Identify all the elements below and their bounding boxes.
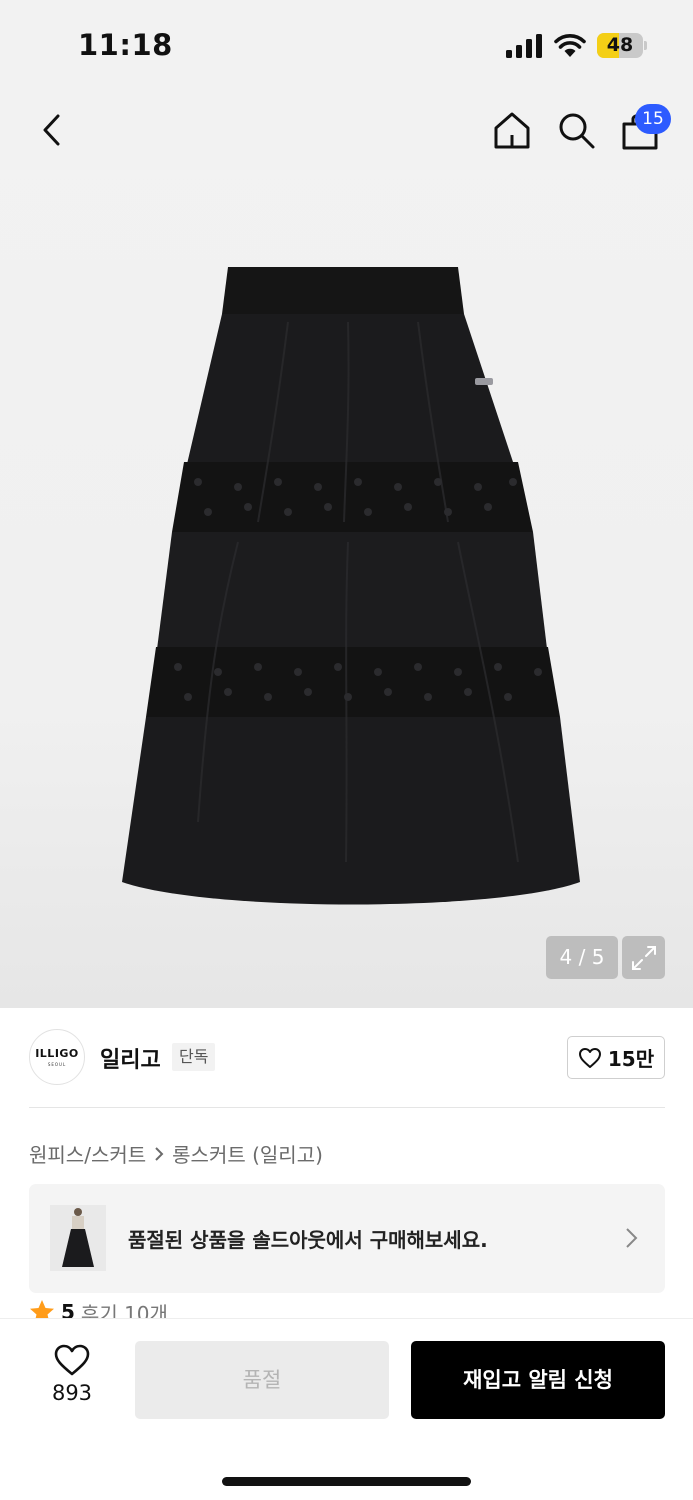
cellular-signal-icon bbox=[506, 34, 542, 58]
chevron-right-icon bbox=[155, 1146, 164, 1161]
brand-name[interactable]: 일리고 bbox=[100, 1042, 161, 1074]
battery-body: 48 bbox=[597, 33, 643, 58]
chevron-left-icon bbox=[43, 114, 60, 146]
like-count: 893 bbox=[51, 1381, 93, 1405]
exclusive-badge: 단독 bbox=[172, 1043, 216, 1071]
brand-logo[interactable]: ILLIGO SEOUL bbox=[29, 1029, 85, 1085]
breadcrumb-subcategory[interactable]: 롱스커트 (일리고) bbox=[172, 1139, 323, 1168]
back-button[interactable] bbox=[30, 108, 74, 152]
home-button[interactable] bbox=[490, 108, 534, 152]
soldout-banner[interactable]: 품절된 상품을 솔드아웃에서 구매해보세요. bbox=[29, 1184, 665, 1293]
expand-image-button[interactable] bbox=[622, 936, 665, 979]
product-image-gallery[interactable]: 15 4 / 5 bbox=[0, 0, 693, 1008]
like-button[interactable]: 893 bbox=[40, 1343, 104, 1413]
cart-count-badge: 15 bbox=[635, 104, 671, 134]
search-icon bbox=[559, 113, 595, 149]
home-indicator bbox=[222, 1477, 471, 1486]
breadcrumb-category[interactable]: 원피스/스커트 bbox=[29, 1139, 146, 1168]
wifi-icon bbox=[554, 34, 586, 57]
battery-indicator: 48 bbox=[597, 33, 647, 58]
product-image[interactable] bbox=[118, 262, 584, 912]
home-icon bbox=[494, 112, 530, 149]
soldout-button[interactable]: 품절 bbox=[135, 1341, 389, 1419]
heart-icon bbox=[578, 1047, 601, 1068]
chevron-right-icon bbox=[626, 1228, 638, 1248]
brand-logo-text: ILLIGO bbox=[35, 1047, 79, 1060]
heart-icon bbox=[54, 1344, 90, 1376]
divider bbox=[29, 1107, 665, 1108]
search-button[interactable] bbox=[554, 108, 598, 152]
bottom-action-bar: 893 품절 재입고 알림 신청 bbox=[0, 1318, 693, 1500]
banner-thumbnail bbox=[50, 1205, 106, 1271]
brand-logo-subtext: SEOUL bbox=[47, 1062, 67, 1067]
expand-icon bbox=[631, 945, 656, 970]
battery-cap bbox=[644, 41, 647, 50]
image-counter: 4 / 5 bbox=[546, 936, 618, 979]
brand-like-count: 15만 bbox=[607, 1047, 655, 1071]
breadcrumb: 원피스/스커트 롱스커트 (일리고) bbox=[29, 1139, 323, 1168]
status-bar: 11:18 48 bbox=[0, 0, 693, 92]
banner-text: 품절된 상품을 솔드아웃에서 구매해보세요. bbox=[128, 1228, 488, 1252]
brand-like-button[interactable]: 15만 bbox=[567, 1036, 665, 1079]
status-time: 11:18 bbox=[78, 28, 173, 62]
restock-notify-button[interactable]: 재입고 알림 신청 bbox=[411, 1341, 665, 1419]
battery-level: 48 bbox=[606, 34, 634, 56]
